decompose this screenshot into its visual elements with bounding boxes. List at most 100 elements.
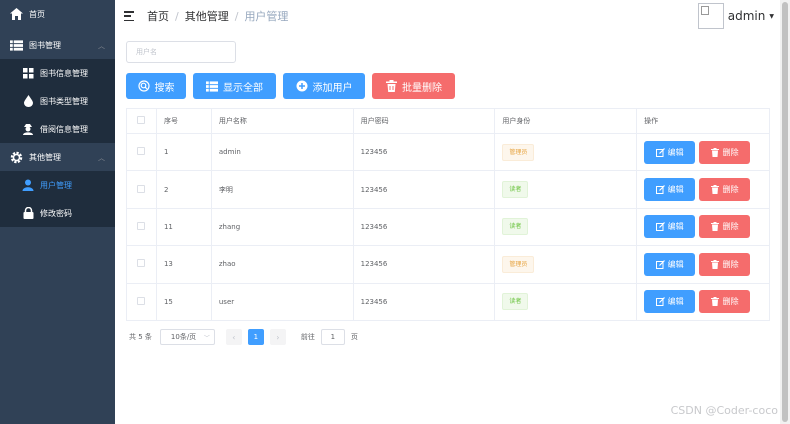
delete-button[interactable]: 删除 xyxy=(699,252,751,276)
sidebar-item-borrow-info[interactable]: 借阅信息管理 xyxy=(0,115,115,143)
breadcrumb-separator: / xyxy=(234,9,239,23)
delete-button-label: 删除 xyxy=(722,147,739,157)
cell-name: 李明 xyxy=(211,170,354,209)
user-table: 序号 用户名称 用户密码 用户身份 操作 1 admin 123456 管理员 编辑 删除… xyxy=(126,108,770,321)
username-search-input[interactable] xyxy=(126,41,236,63)
cell-id: 13 xyxy=(156,245,212,284)
breadcrumb-item-other[interactable]: 其他管理 xyxy=(185,8,229,24)
page-scrollbar[interactable] xyxy=(780,0,790,424)
page-size-select[interactable]: 10条/页 ﹀ xyxy=(159,329,215,345)
prev-page-button[interactable]: ‹ xyxy=(225,329,242,345)
column-header-id[interactable]: 序号 xyxy=(156,108,212,134)
submenu-books: 图书信息管理 图书类型管理 借阅信息管理 xyxy=(0,59,115,143)
cell-actions: 编辑 删除 xyxy=(636,245,770,284)
search-icon xyxy=(137,80,150,92)
cell-name: admin xyxy=(211,133,354,172)
username[interactable]: admin xyxy=(728,9,766,23)
trash-icon xyxy=(710,147,720,157)
delete-button[interactable]: 删除 xyxy=(699,290,751,314)
table-row: 13 zhao 123456 管理员 编辑 删除 xyxy=(126,245,770,284)
edit-icon xyxy=(655,185,665,195)
trash-icon xyxy=(710,185,720,195)
select-all-cell xyxy=(126,108,157,134)
goto-prefix: 前往 xyxy=(300,333,315,341)
cell-password: 123456 xyxy=(353,170,496,209)
role-tag: 管理员 xyxy=(502,255,535,273)
user-secret-icon xyxy=(22,123,34,135)
breadcrumb-item-current: 用户管理 xyxy=(244,10,289,23)
edit-icon xyxy=(655,222,665,232)
trash-icon xyxy=(385,80,397,92)
user-dropdown[interactable]: admin ▼ xyxy=(697,0,774,32)
edit-button-label: 编辑 xyxy=(667,222,684,232)
row-checkbox[interactable] xyxy=(137,221,146,230)
list-icon xyxy=(10,39,23,52)
cell-actions: 编辑 删除 xyxy=(636,133,770,172)
edit-button[interactable]: 编辑 xyxy=(644,252,696,276)
sidebar-item-change-password[interactable]: 修改密码 xyxy=(0,199,115,227)
cell-id: 2 xyxy=(156,170,212,209)
breadcrumb-item-home[interactable]: 首页 xyxy=(147,8,169,24)
show-all-button-label: 显示全部 xyxy=(223,82,263,94)
edit-button[interactable]: 编辑 xyxy=(644,178,696,202)
column-header-role[interactable]: 用户身份 xyxy=(494,108,638,134)
table-row: 15 user 123456 读者 编辑 删除 xyxy=(126,283,770,321)
user-icon xyxy=(22,179,34,191)
sidebar-item-home[interactable]: 首页 xyxy=(0,0,115,28)
sidebar-group-other[interactable]: 其他管理 ︿ xyxy=(0,143,115,171)
edit-button[interactable]: 编辑 xyxy=(644,290,696,314)
cell-role: 读者 xyxy=(494,283,638,321)
edit-button[interactable]: 编辑 xyxy=(644,140,696,164)
delete-button[interactable]: 删除 xyxy=(699,178,751,202)
sidebar: 首页 图书管理 ︿ 图书信息管理 图书类型管理 借阅信息管理 其他管理 ︿ 用户… xyxy=(0,0,115,424)
batch-delete-button[interactable]: 批量删除 xyxy=(372,73,455,99)
column-header-actions: 操作 xyxy=(636,108,770,134)
lock-icon xyxy=(22,207,34,219)
sidebar-item-book-info[interactable]: 图书信息管理 xyxy=(0,59,115,87)
row-select-cell xyxy=(126,283,157,321)
edit-button-label: 编辑 xyxy=(667,147,684,157)
trash-icon xyxy=(710,222,720,232)
cell-name: zhao xyxy=(211,245,354,284)
goto-page-input[interactable]: 1 xyxy=(320,329,345,345)
column-header-name[interactable]: 用户名称 xyxy=(211,108,354,134)
delete-button-label: 删除 xyxy=(722,185,739,195)
search-button[interactable]: 搜索 xyxy=(126,73,186,99)
top-navbar: 首页 / 其他管理 / 用户管理 admin ▼ xyxy=(115,0,780,32)
avatar[interactable] xyxy=(697,3,724,29)
column-header-password[interactable]: 用户密码 xyxy=(353,108,496,134)
add-user-button[interactable]: 添加用户 xyxy=(283,73,365,99)
sidebar-item-book-type[interactable]: 图书类型管理 xyxy=(0,87,115,115)
sidebar-group-books[interactable]: 图书管理 ︿ xyxy=(0,31,115,59)
select-all-checkbox[interactable] xyxy=(137,116,146,124)
delete-button[interactable]: 删除 xyxy=(699,140,751,164)
cell-actions: 编辑 删除 xyxy=(636,208,770,247)
delete-button[interactable]: 删除 xyxy=(699,215,751,239)
pagination-total: 共 5 条 xyxy=(129,333,152,341)
row-select-cell xyxy=(126,133,157,172)
row-checkbox[interactable] xyxy=(137,296,146,305)
edit-icon xyxy=(655,259,665,269)
row-select-cell xyxy=(126,170,157,209)
row-checkbox[interactable] xyxy=(137,147,146,156)
row-checkbox[interactable] xyxy=(137,184,146,193)
caret-down-icon[interactable]: ▼ xyxy=(769,13,774,20)
next-page-button[interactable]: › xyxy=(269,329,286,345)
edit-button[interactable]: 编辑 xyxy=(644,215,696,239)
cell-name: zhang xyxy=(211,208,354,247)
row-checkbox[interactable] xyxy=(137,259,146,268)
scrollbar-thumb[interactable] xyxy=(782,2,788,422)
table-row: 1 admin 123456 管理员 编辑 删除 xyxy=(126,133,770,172)
sidebar-item-user-manage[interactable]: 用户管理 xyxy=(0,171,115,199)
cell-actions: 编辑 删除 xyxy=(636,283,770,321)
cell-actions: 编辑 删除 xyxy=(636,170,770,209)
chevron-down-icon: ﹀ xyxy=(203,335,210,342)
sidebar-item-label: 修改密码 xyxy=(40,208,72,218)
cell-role: 读者 xyxy=(494,170,638,209)
page-number-current[interactable]: 1 xyxy=(247,329,264,345)
trash-icon xyxy=(710,297,720,307)
hamburger-icon[interactable] xyxy=(124,11,134,21)
show-all-button[interactable]: 显示全部 xyxy=(193,73,276,99)
cell-id: 11 xyxy=(156,208,212,247)
search-button-label: 搜索 xyxy=(154,82,175,94)
